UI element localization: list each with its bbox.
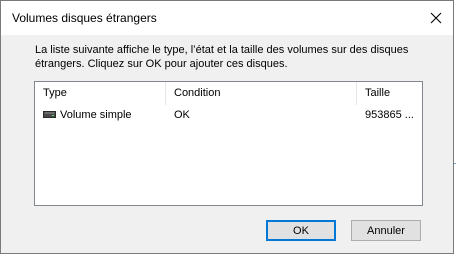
cancel-button[interactable]: Annuler — [351, 220, 421, 241]
list-header: Type Condition Taille — [35, 82, 422, 105]
dialog-title: Volumes disques étrangers — [12, 11, 157, 25]
title-bar: Volumes disques étrangers — [1, 1, 453, 35]
close-button[interactable] — [419, 1, 453, 35]
description-line: La liste suivante affiche le type, l’éta… — [35, 44, 409, 56]
cell-type: Volume simple — [43, 106, 163, 124]
column-header-condition[interactable]: Condition — [166, 82, 357, 105]
column-header-type[interactable]: Type — [35, 82, 166, 105]
dialog-description: La liste suivante affiche le type, l’éta… — [35, 43, 435, 71]
column-header-taille[interactable]: Taille — [357, 82, 422, 105]
disk-icon — [43, 110, 56, 118]
list-item[interactable]: Volume simple OK 953865 ... — [35, 106, 422, 124]
cell-type-text: Volume simple — [60, 109, 132, 121]
cell-taille: 953865 ... — [365, 109, 414, 121]
foreign-disks-dialog: Volumes disques étrangers La liste suiva… — [0, 0, 454, 254]
close-icon — [430, 12, 442, 24]
cell-condition: OK — [174, 109, 190, 121]
ok-button[interactable]: OK — [266, 220, 336, 241]
description-line: étrangers. Cliquez sur OK pour ajouter c… — [35, 58, 288, 70]
volumes-list[interactable]: Type Condition Taille Volume simple OK 9… — [34, 81, 423, 206]
